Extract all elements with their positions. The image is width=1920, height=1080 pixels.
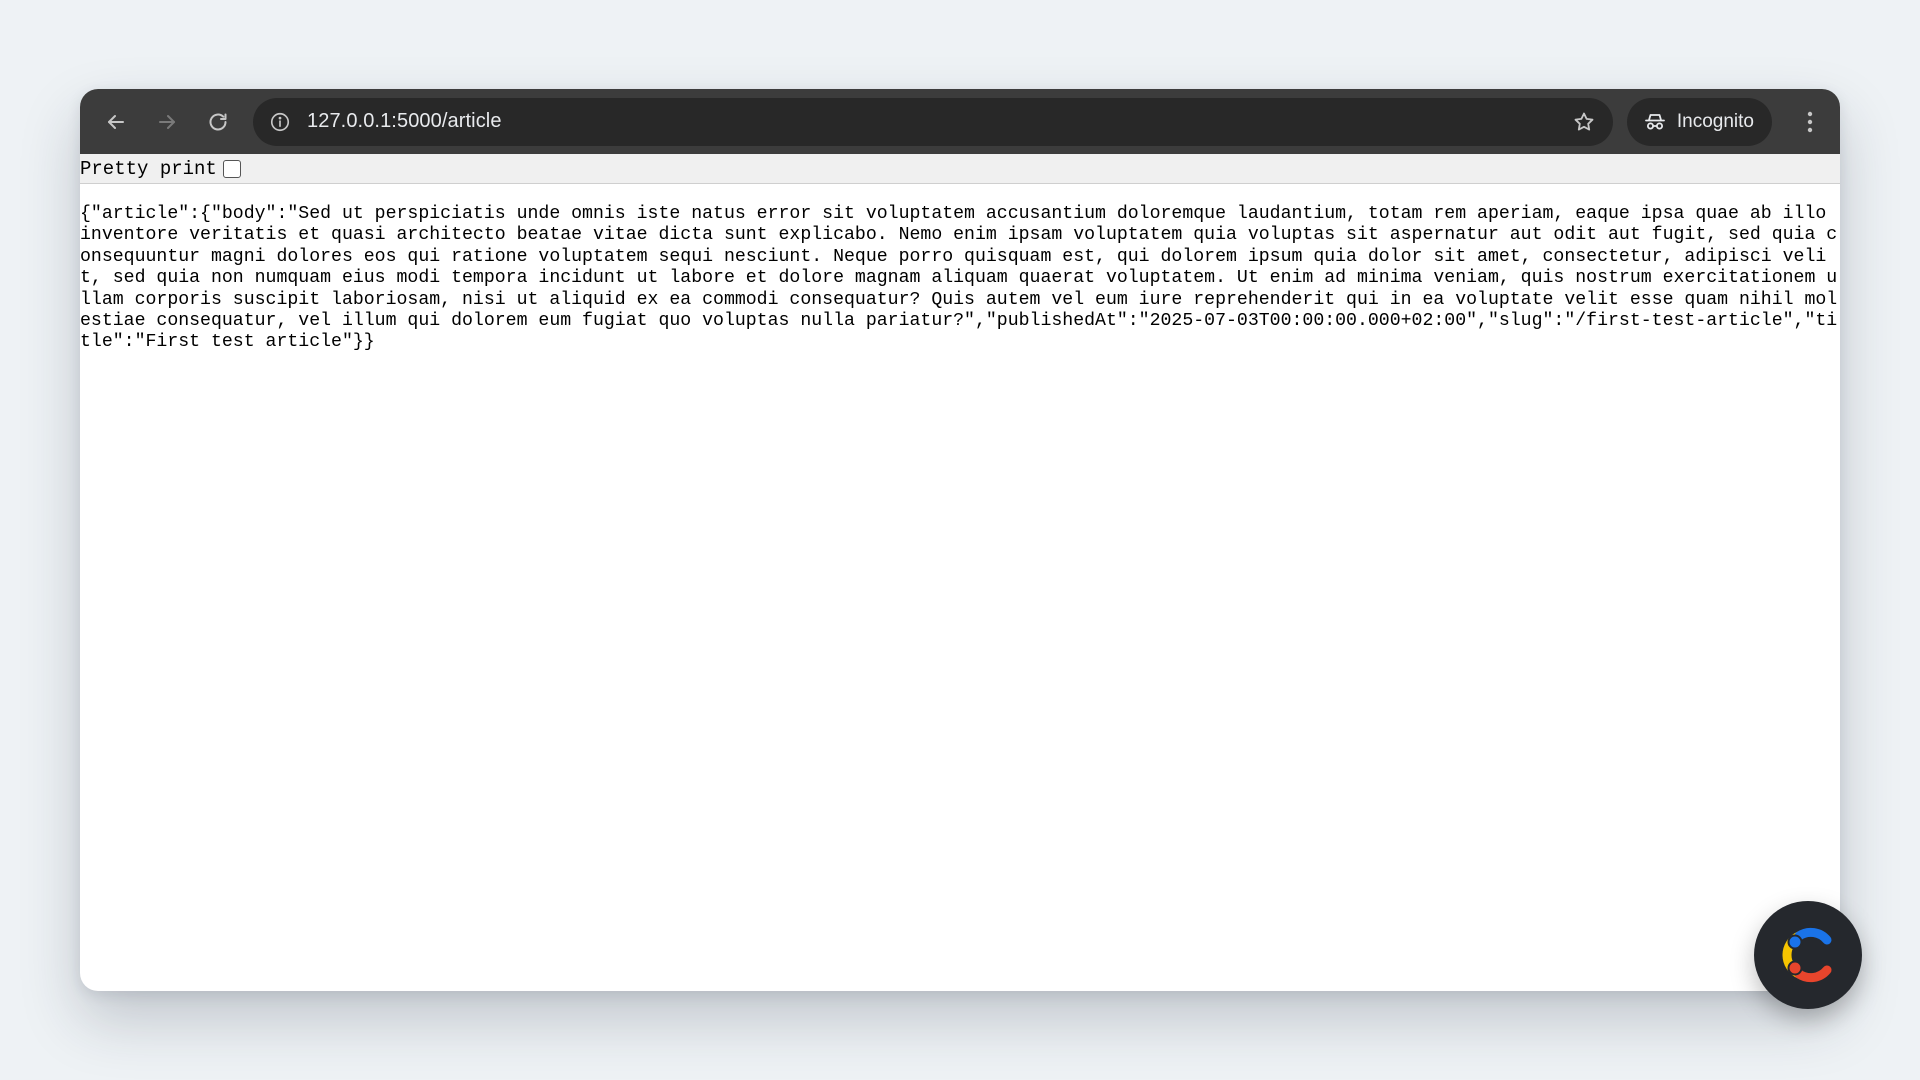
browser-toolbar: 127.0.0.1:5000/article Incognito (80, 89, 1840, 154)
pretty-print-label: Pretty print (80, 157, 217, 180)
incognito-icon (1644, 113, 1665, 129)
more-vertical-icon (1807, 111, 1813, 132)
arrow-left-icon (108, 114, 124, 129)
contentful-logo-icon (1782, 927, 1832, 983)
pretty-print-checkbox[interactable] (222, 159, 241, 178)
back-button[interactable] (94, 100, 138, 144)
json-content: {"article":{"body":"Sed ut perspiciatis … (80, 204, 1838, 353)
browser-window: 127.0.0.1:5000/article Incognito Pretty … (80, 89, 1840, 991)
incognito-profile-button[interactable]: Incognito (1626, 97, 1772, 146)
arrow-right-icon (159, 114, 175, 129)
browser-menu-button[interactable] (1790, 100, 1830, 144)
reload-icon (209, 113, 227, 130)
site-info-icon[interactable] (267, 109, 293, 135)
bookmark-star-icon[interactable] (1569, 107, 1599, 137)
pretty-print-bar: Pretty print (80, 154, 1840, 184)
address-bar[interactable]: 127.0.0.1:5000/article (253, 97, 1613, 146)
url-text[interactable]: 127.0.0.1:5000/article (307, 110, 1569, 133)
reload-button[interactable] (196, 100, 240, 144)
contentful-logo-button[interactable] (1754, 901, 1862, 1009)
forward-button[interactable] (145, 100, 189, 144)
incognito-label: Incognito (1676, 110, 1754, 132)
